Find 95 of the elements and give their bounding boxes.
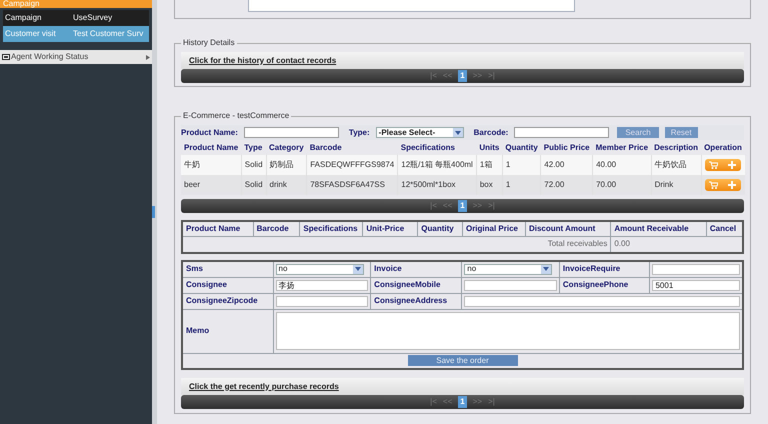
page-number[interactable]: 1 xyxy=(458,70,467,82)
column-header: Unit-Price xyxy=(362,221,418,236)
barcode-field[interactable] xyxy=(514,127,610,138)
next-page-link[interactable]: >> xyxy=(472,396,482,408)
last-page-link[interactable]: >| xyxy=(488,70,495,82)
previous-page-link[interactable]: << xyxy=(442,200,452,212)
table-cell: 1 xyxy=(502,175,541,195)
input-field[interactable] xyxy=(276,296,368,306)
plus-icon xyxy=(728,181,736,189)
column-header: Barcode xyxy=(253,221,300,236)
column-header: Barcode xyxy=(306,140,398,155)
table-cell: 70.00 xyxy=(592,175,652,195)
table-cell: drink xyxy=(266,175,307,195)
form-label: InvoiceRequire xyxy=(559,261,650,277)
product-name-field[interactable] xyxy=(244,127,339,138)
column-header: Product Name xyxy=(182,221,254,236)
column-header: Specifications xyxy=(300,221,363,236)
reset-button[interactable]: Reset xyxy=(664,127,698,138)
column-header: Category xyxy=(266,140,307,155)
column-header: Product Name xyxy=(181,140,242,155)
column-header: Member Price xyxy=(592,140,652,155)
records-link[interactable]: Click the get recently purchase records xyxy=(189,380,339,392)
cart-icon xyxy=(709,161,718,169)
add-to-cart-button[interactable] xyxy=(704,159,741,171)
dropdown-arrow-icon xyxy=(543,267,550,272)
column-header: Quantity xyxy=(418,221,462,236)
form-label: ConsigneePhone xyxy=(559,277,650,293)
table-cell: 12*500ml*1box xyxy=(398,175,476,195)
section-legend: E-Commerce - testCommerce xyxy=(181,111,292,121)
barcode-label: Barcode: xyxy=(474,126,508,138)
page-number[interactable]: 1 xyxy=(458,200,467,212)
agent-status-menu-item[interactable]: Agent Working Status xyxy=(0,50,152,64)
records-link[interactable]: Click for the history of contact records xyxy=(189,54,336,66)
input-field[interactable]: 李扬 xyxy=(276,280,368,290)
chevron-right-icon xyxy=(146,54,150,60)
text-area[interactable] xyxy=(248,0,575,12)
column-header: Amount Receivable xyxy=(610,221,706,236)
form-label: ConsigneeAddress xyxy=(370,293,462,309)
next-page-link[interactable]: >> xyxy=(472,200,482,212)
input-field[interactable]: 5001 xyxy=(652,280,740,290)
form-label: Consignee xyxy=(182,277,274,293)
table-cell: box xyxy=(476,175,502,195)
submenu-row[interactable]: Campaign UseSurvey xyxy=(3,10,149,26)
search-button[interactable]: Search xyxy=(617,127,659,138)
section-legend: History Details xyxy=(181,38,237,48)
column-header: Discount Amount xyxy=(525,221,611,236)
input-field[interactable] xyxy=(464,280,557,290)
campaign-menu-header[interactable]: Campaign xyxy=(0,0,152,8)
column-header: Units xyxy=(476,140,502,155)
submenu-cell-text: Campaign xyxy=(4,12,42,24)
column-header: Operation xyxy=(701,140,745,155)
last-page-link[interactable]: >| xyxy=(488,200,495,212)
save-order-button[interactable]: Save the order xyxy=(408,354,518,366)
form-label: Invoice xyxy=(370,261,462,277)
previous-page-link[interactable]: << xyxy=(442,70,452,82)
submenu-cell-text: Customer visit xyxy=(4,28,57,40)
column-header: Quantity xyxy=(502,140,541,155)
previous-page-link[interactable]: << xyxy=(442,396,452,408)
last-page-link[interactable]: >| xyxy=(488,396,495,408)
form-label: ConsigneeZipcode xyxy=(182,293,274,309)
submenu-cell: Test Customer Surv xyxy=(73,28,144,40)
first-page-link[interactable]: |< xyxy=(430,396,437,408)
plus-icon xyxy=(728,161,736,169)
first-page-link[interactable]: |< xyxy=(430,200,437,212)
select-field[interactable]: no xyxy=(276,264,364,275)
column-header: Description xyxy=(651,140,702,155)
form-label: Sms xyxy=(182,261,274,277)
table-cell: beer xyxy=(181,175,242,195)
page-number[interactable]: 1 xyxy=(458,396,467,408)
column-header: Specifications xyxy=(398,140,476,155)
input-field[interactable] xyxy=(652,264,740,275)
table-cell: Solid xyxy=(241,175,266,195)
table-cell: Drink xyxy=(651,175,702,195)
dropdown-arrow-icon xyxy=(454,130,461,134)
column-header: Original Price xyxy=(462,221,526,236)
type-label: Type: xyxy=(348,126,370,138)
next-page-link[interactable]: >> xyxy=(472,70,482,82)
monitor-icon xyxy=(2,54,10,60)
table-cell: 78SFASDSF6A47SS xyxy=(306,175,398,195)
select-field[interactable]: no xyxy=(464,264,552,275)
cart-icon xyxy=(709,181,718,189)
add-to-cart-button[interactable] xyxy=(704,179,741,191)
table-cell: 72.00 xyxy=(540,175,593,195)
product-name-label: Product Name: xyxy=(181,126,238,138)
memo-field[interactable] xyxy=(276,312,740,350)
input-field[interactable] xyxy=(464,296,740,306)
splitter-handle[interactable] xyxy=(152,206,155,218)
first-page-link[interactable]: |< xyxy=(430,70,437,82)
column-header: Type xyxy=(241,140,266,155)
form-label: ConsigneeMobile xyxy=(370,277,462,293)
form-label: Memo xyxy=(182,309,274,353)
submenu-cell: UseSurvey xyxy=(73,12,112,24)
column-header: Public Price xyxy=(540,140,593,155)
dropdown-arrow-icon xyxy=(354,267,361,272)
type-select[interactable]: -Please Select- xyxy=(376,127,464,138)
